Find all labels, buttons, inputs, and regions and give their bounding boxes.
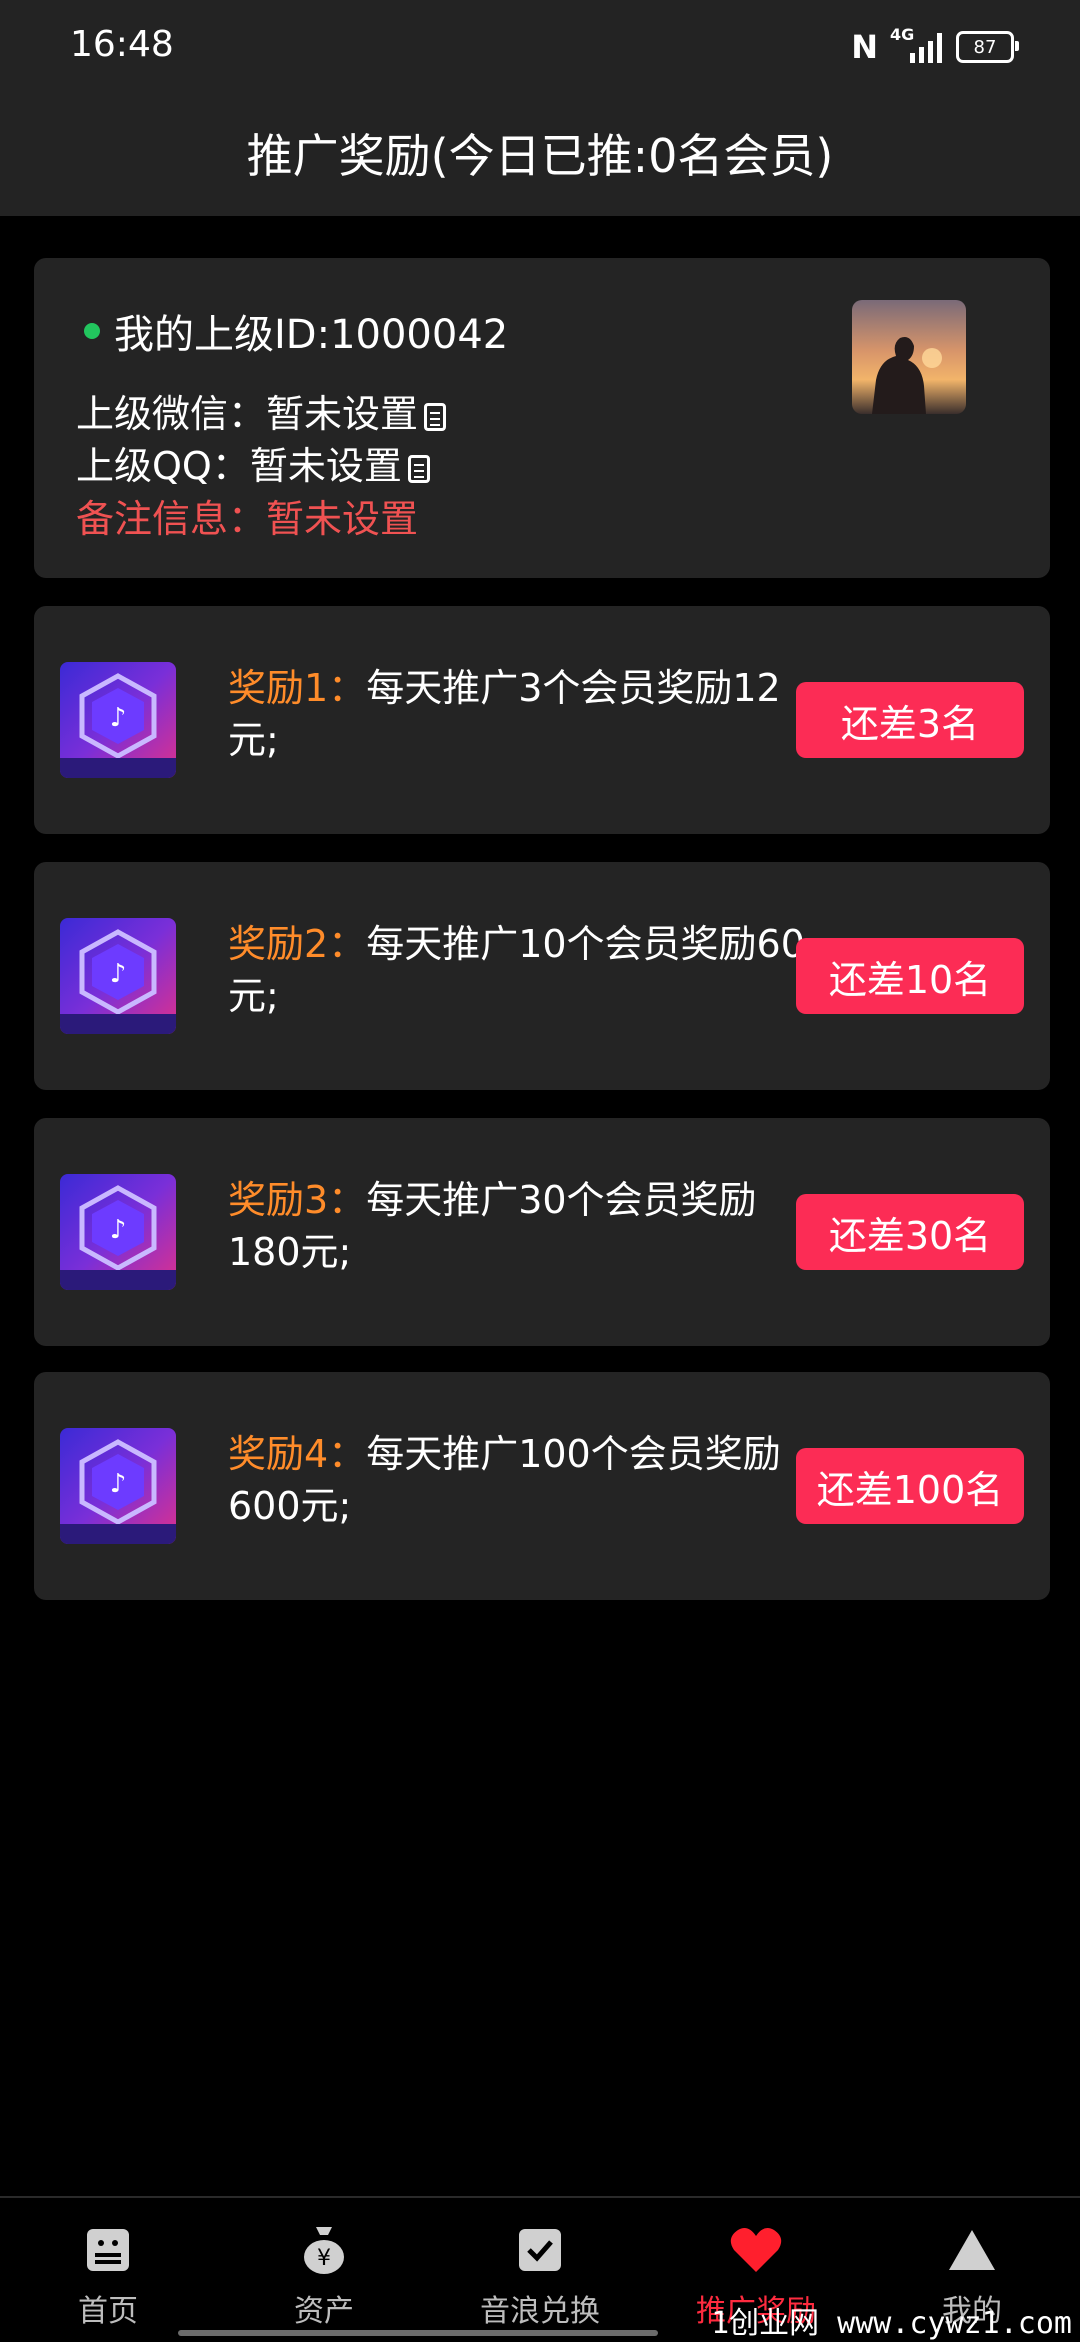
page-title: 推广奖励(今日已推:0名会员) [246, 129, 834, 183]
reward-card: ♪ 奖励2：每天推广10个会员奖励60元; 还差10名 [34, 862, 1050, 1090]
reward-thumbnail: ♪ [60, 1428, 176, 1544]
status-bar: 16:48 N 4G 87 [0, 0, 1080, 90]
copy-icon[interactable] [407, 455, 430, 483]
svg-text:♪: ♪ [110, 1469, 127, 1499]
superior-remark-text: 备注信息：暂未设置 [76, 497, 419, 541]
reward-prefix: 奖励4： [228, 1432, 367, 1476]
superior-avatar [852, 300, 966, 414]
reward-prefix: 奖励2： [228, 922, 367, 966]
superior-wechat[interactable]: 上级微信：暂未设置 [76, 383, 447, 438]
superior-wechat-text: 上级微信：暂未设置 [76, 392, 419, 436]
tab-label: 资产 [294, 2294, 354, 2329]
superior-id-text: 我的上级ID:1000042 [114, 312, 509, 358]
superior-qq-text: 上级QQ：暂未设置 [76, 444, 402, 488]
copy-icon[interactable] [424, 403, 447, 431]
status-icons: N 4G 87 [851, 25, 1019, 66]
reward-card: ♪ 奖励1：每天推广3个会员奖励12元; 还差3名 [34, 606, 1050, 834]
tab-assets[interactable]: ¥ 资产 [216, 2198, 432, 2342]
tab-home[interactable]: 首页 [0, 2198, 216, 2342]
network-type: 4G [890, 25, 915, 44]
status-time: 16:48 [70, 24, 174, 65]
tab-exchange[interactable]: 音浪兑换 [432, 2198, 648, 2342]
reward-description: 奖励4：每天推广100个会员奖励600元; [228, 1428, 808, 1532]
battery-icon: 87 [956, 31, 1019, 63]
reward-prefix: 奖励1： [228, 666, 367, 710]
battery-level: 87 [973, 36, 997, 58]
online-status-icon [84, 323, 100, 339]
reward-remaining-button[interactable]: 还差100名 [796, 1448, 1024, 1524]
svg-text:♪: ♪ [110, 959, 127, 989]
svg-text:¥: ¥ [317, 2246, 331, 2271]
reward-remaining-button[interactable]: 还差30名 [796, 1194, 1024, 1270]
reward-remaining-button[interactable]: 还差3名 [796, 682, 1024, 758]
reward-description: 奖励1：每天推广3个会员奖励12元; [228, 662, 808, 766]
superior-id: 我的上级ID:1000042 [84, 302, 508, 360]
superior-qq[interactable]: 上级QQ：暂未设置 [76, 435, 430, 490]
money-bag-icon: ¥ [298, 2224, 350, 2276]
home-icon [82, 2224, 134, 2276]
page-header: 推广奖励(今日已推:0名会员) [0, 90, 1080, 216]
reward-description: 奖励2：每天推广10个会员奖励60元; [228, 918, 808, 1022]
triangle-icon [946, 2224, 998, 2276]
reward-thumbnail: ♪ [60, 918, 176, 1034]
watermark: 1创业网 www.cywz1.com [711, 2306, 1072, 2341]
superior-remark: 备注信息：暂未设置 [76, 488, 418, 543]
nfc-icon: N [851, 28, 878, 66]
checkbox-icon [514, 2224, 566, 2276]
reward-thumbnail: ♪ [60, 1174, 176, 1290]
svg-text:♪: ♪ [110, 1215, 127, 1245]
tab-label: 首页 [78, 2294, 138, 2329]
signal-icon: 4G [890, 25, 942, 63]
home-indicator [178, 2330, 658, 2336]
reward-remaining-button[interactable]: 还差10名 [796, 938, 1024, 1014]
reward-card: ♪ 奖励4：每天推广100个会员奖励600元; 还差100名 [34, 1372, 1050, 1600]
svg-text:♪: ♪ [110, 703, 127, 733]
reward-thumbnail: ♪ [60, 662, 176, 778]
tab-label: 音浪兑换 [480, 2294, 600, 2329]
reward-prefix: 奖励3： [228, 1178, 367, 1222]
heart-icon [730, 2224, 782, 2276]
superior-card: 我的上级ID:1000042 上级微信：暂未设置 上级QQ：暂未设置 备注信息：… [34, 258, 1050, 578]
reward-card: ♪ 奖励3：每天推广30个会员奖励180元; 还差30名 [34, 1118, 1050, 1346]
reward-description: 奖励3：每天推广30个会员奖励180元; [228, 1174, 808, 1278]
